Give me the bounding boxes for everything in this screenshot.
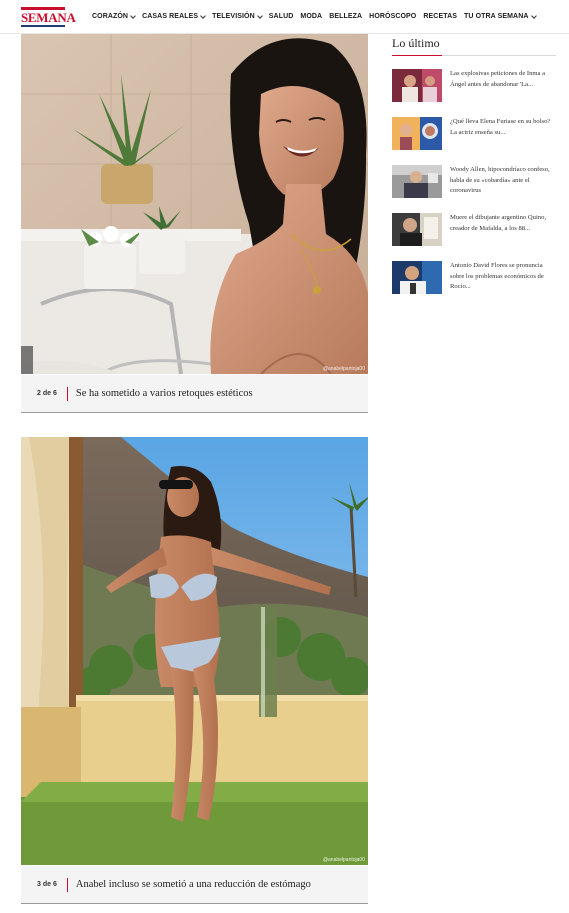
menu-item-label: HORÓSCOPO [369, 13, 417, 20]
caption-text: Se ha sometido a varios retoques estétic… [75, 388, 253, 399]
menu-item-label: TU OTRA SEMANA [464, 13, 529, 20]
news-headline[interactable]: Las explosivas peticiones de Inma a Ánge… [450, 69, 556, 104]
latest-news-sidebar: Lo último Las explosivas peticiones de I… [392, 36, 556, 296]
gallery-caption: 3 de 6 Anabel incluso se sometió a una r… [21, 866, 368, 904]
news-headline[interactable]: ¿Qué lleva Elena Furiase en su bolso? La… [450, 117, 556, 152]
menu-item-label: RECETAS [423, 13, 457, 20]
chevron-down-icon [200, 12, 206, 19]
menu-item-recetas[interactable]: RECETAS [423, 13, 457, 20]
menu-item-label: CASAS REALES [142, 13, 199, 20]
main-menu: CORAZÓN CASAS REALES TELEVISIÓN SALUD MO… [92, 12, 543, 20]
logo-underline [21, 24, 65, 27]
news-thumbnail[interactable] [392, 213, 442, 246]
menu-item-corazon[interactable]: CORAZÓN [92, 12, 136, 20]
menu-item-label: TELEVISIÓN [212, 13, 255, 20]
menu-item-television[interactable]: TELEVISIÓN [212, 12, 263, 20]
menu-item-label: BELLEZA [329, 13, 363, 20]
slide-counter: 3 de 6 [37, 881, 57, 888]
terrace-photo [21, 437, 368, 865]
logo-text: SEMANA [21, 9, 76, 25]
sidebar-title: Lo último [392, 36, 556, 56]
gallery-photo-terrace[interactable]: @anabelpantoja00 [21, 437, 368, 865]
menu-item-label: SALUD [268, 13, 294, 20]
photo-credit: @anabelpantoja00 [322, 366, 365, 372]
news-item[interactable]: Las explosivas peticiones de Inma a Ánge… [392, 69, 556, 104]
news-thumbnail[interactable] [392, 117, 442, 150]
gallery-photo-bathtub[interactable]: @anabelpantoja00 [21, 34, 368, 374]
menu-item-label: MODA [300, 13, 323, 20]
news-item[interactable]: ¿Qué lleva Elena Furiase en su bolso? La… [392, 117, 556, 152]
menu-item-belleza[interactable]: BELLEZA [329, 13, 362, 20]
news-item[interactable]: Antonio David Flores se pronuncia sobre … [392, 261, 556, 296]
news-item[interactable]: Woody Allen, hipocondríaco confeso, habl… [392, 165, 556, 200]
menu-item-horoscopo[interactable]: HORÓSCOPO [369, 13, 416, 20]
slide-counter: 2 de 6 [37, 390, 57, 397]
chevron-down-icon [256, 12, 263, 19]
caption-divider [66, 877, 68, 892]
chevron-down-icon [530, 12, 537, 19]
caption-text: Anabel incluso se sometió a una reducció… [75, 879, 311, 890]
menu-item-label: CORAZÓN [92, 13, 129, 20]
caption-divider [66, 386, 68, 401]
news-item[interactable]: Muere el dibujante argentino Quino, crea… [392, 213, 556, 248]
menu-item-salud[interactable]: SALUD [269, 13, 294, 20]
news-headline[interactable]: Muere el dibujante argentino Quino, crea… [450, 213, 556, 248]
news-thumbnail[interactable] [392, 261, 442, 294]
menu-item-moda[interactable]: MODA [300, 13, 322, 20]
photo-credit: @anabelpantoja00 [322, 857, 365, 863]
menu-item-casas-reales[interactable]: CASAS REALES [142, 12, 206, 20]
menu-item-tu-otra-semana[interactable]: TU OTRA SEMANA [464, 12, 537, 20]
news-headline[interactable]: Antonio David Flores se pronuncia sobre … [450, 261, 556, 296]
news-thumbnail[interactable] [392, 69, 442, 102]
news-headline[interactable]: Woody Allen, hipocondríaco confeso, habl… [450, 165, 556, 200]
bathtub-photo [21, 34, 368, 374]
news-thumbnail[interactable] [392, 165, 442, 198]
top-navigation: SEMANA CORAZÓN CASAS REALES TELEVISIÓN S… [0, 0, 569, 34]
chevron-down-icon [130, 12, 136, 19]
semana-logo[interactable]: SEMANA [21, 6, 76, 27]
gallery-caption: 2 de 6 Se ha sometido a varios retoques … [21, 375, 368, 413]
